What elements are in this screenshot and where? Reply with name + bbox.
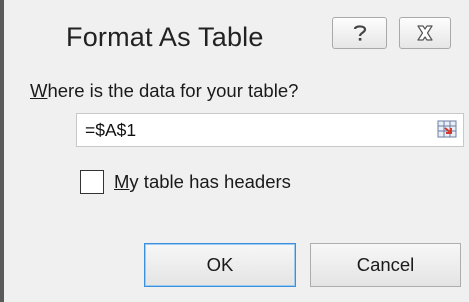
help-button[interactable] xyxy=(332,17,387,49)
cancel-button[interactable]: Cancel xyxy=(310,243,461,287)
range-prompt-label: Where is the data for your table? xyxy=(30,80,299,101)
range-collapse-button[interactable] xyxy=(435,119,459,143)
range-collapse-icon xyxy=(437,120,457,143)
range-field[interactable] xyxy=(76,113,464,147)
dialog-title: Format As Table xyxy=(66,22,264,52)
format-as-table-dialog: Format As Table Where is the data for yo… xyxy=(0,0,469,302)
range-input[interactable] xyxy=(85,120,405,141)
help-icon xyxy=(352,23,368,43)
close-button[interactable] xyxy=(399,17,451,49)
headers-checkbox[interactable] xyxy=(80,170,104,194)
close-icon xyxy=(416,25,434,41)
headers-checkbox-label[interactable]: My table has headers xyxy=(114,171,291,193)
title-bar: Format As Table xyxy=(4,0,469,74)
ok-button[interactable]: OK xyxy=(144,243,296,287)
